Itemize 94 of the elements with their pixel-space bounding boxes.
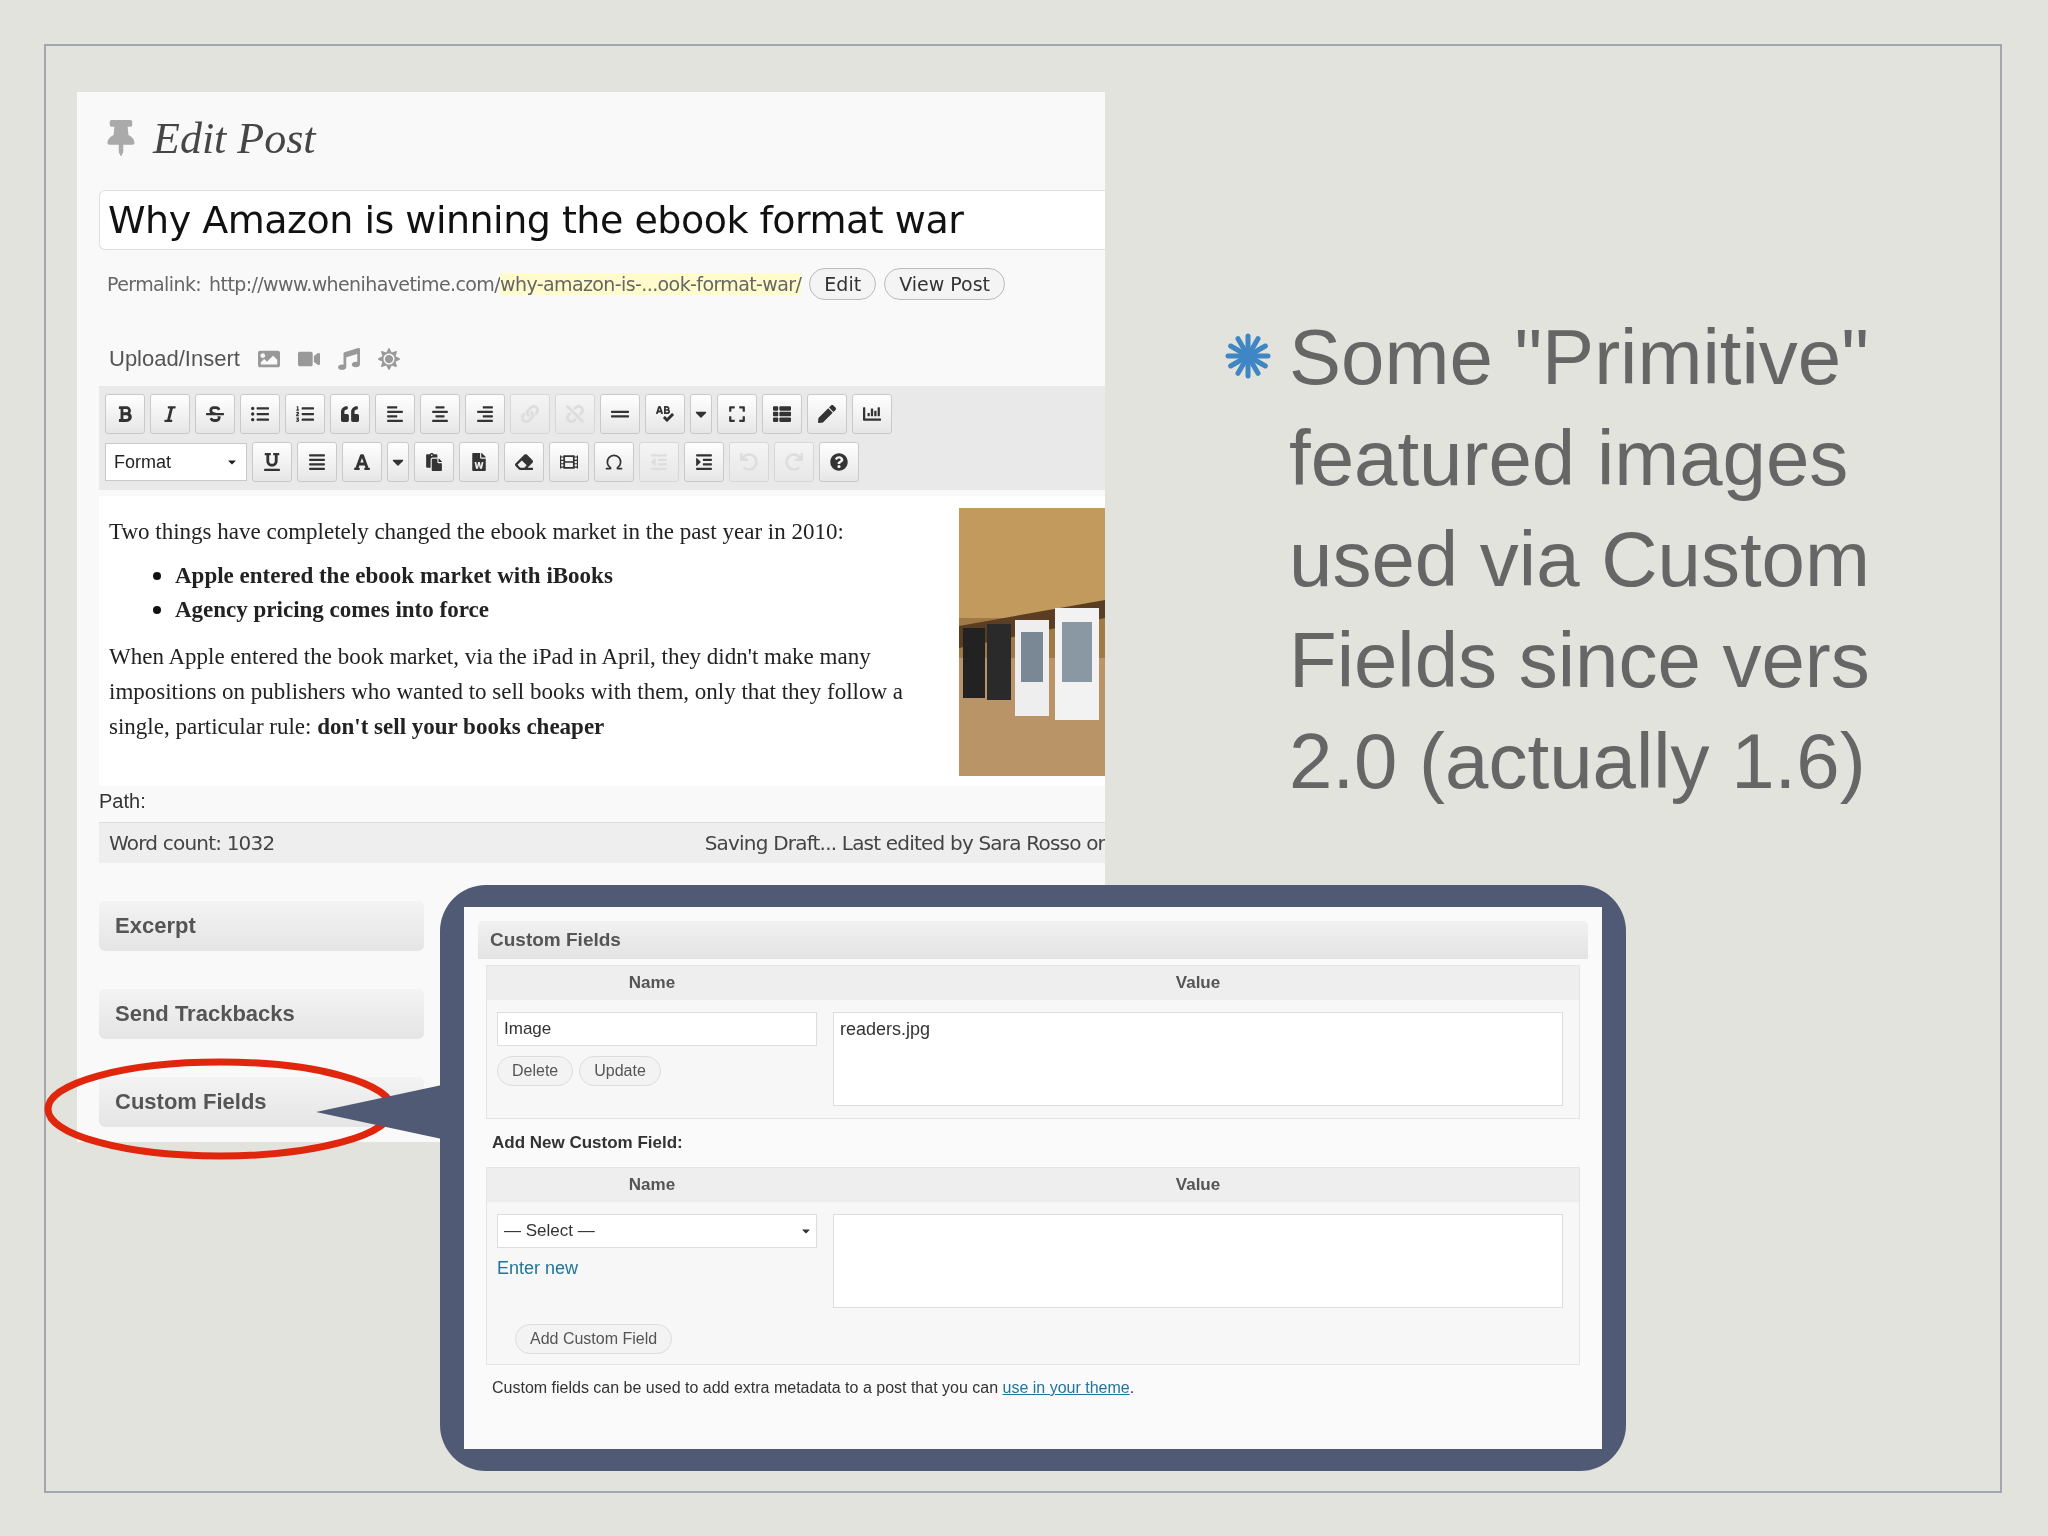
underline-icon — [263, 453, 281, 471]
page-heading: Edit Post — [153, 112, 316, 164]
column-header: Name — [627, 1175, 677, 1195]
toolbar-button[interactable] — [504, 442, 544, 482]
align-right-icon — [476, 405, 494, 423]
film-icon — [560, 453, 578, 471]
toolbar-button[interactable] — [285, 394, 325, 434]
column-header: Value — [1174, 973, 1222, 993]
meta-box-header[interactable]: Send Trackbacks — [99, 989, 424, 1039]
section-label: Add New Custom Field: — [491, 1132, 684, 1154]
meta-box-header[interactable]: Excerpt — [99, 901, 424, 951]
toolbar-button[interactable] — [342, 442, 382, 482]
image-icon[interactable] — [257, 348, 280, 370]
indent-icon — [695, 453, 713, 471]
toolbar-button[interactable] — [600, 394, 640, 434]
pen-icon — [818, 405, 836, 423]
slide-text: Some "Primitive" featured images used via Custom Fields since vers 2.0 (actually 1.6) — [1289, 312, 1871, 807]
list-icon — [773, 405, 791, 423]
toolbar-button[interactable] — [297, 442, 337, 482]
enter-new-link[interactable]: Enter new — [497, 1258, 817, 1279]
toolbar-button[interactable] — [414, 442, 454, 482]
field-button[interactable]: Update — [579, 1056, 661, 1086]
bullet-icon — [153, 606, 161, 614]
fullscreen-icon — [728, 405, 746, 423]
bullet-item: Agency pricing comes into force — [175, 596, 489, 624]
format-select[interactable]: Format — [105, 443, 247, 481]
toolbar-button[interactable] — [330, 394, 370, 434]
theme-link[interactable]: use in your theme — [1002, 1379, 1130, 1396]
value-field[interactable] — [833, 1214, 1563, 1308]
toolbar-button[interactable] — [645, 394, 685, 434]
bar-chart-icon — [863, 405, 881, 423]
asterisk-icon — [1225, 333, 1271, 379]
toolbar-button[interactable] — [465, 394, 505, 434]
toolbar-button[interactable] — [594, 442, 634, 482]
clipboard-icon — [425, 453, 443, 471]
bulleted-list-icon — [251, 405, 269, 423]
eraser-icon — [515, 453, 533, 471]
music-icon[interactable] — [337, 348, 360, 370]
toolbar-button[interactable] — [459, 442, 499, 482]
toolbar-button[interactable] — [375, 394, 415, 434]
spellcheck-icon — [656, 405, 674, 423]
toolbar-button[interactable] — [819, 442, 859, 482]
toolbar-button[interactable] — [684, 442, 724, 482]
column-header: Name — [627, 973, 677, 993]
strikethrough-icon — [206, 405, 224, 423]
value-field[interactable]: readers.jpg — [833, 1012, 1563, 1106]
permalink-label: Permalink: — [107, 273, 202, 295]
permalink-url: http://www.whenihavetime.com/why-amazon-is-...ook-format-war/ — [209, 273, 802, 295]
permalink-button[interactable]: View Post — [884, 268, 1006, 300]
quote-icon — [341, 405, 359, 423]
panel-title: Custom Fields — [478, 921, 1588, 959]
format-label: Format — [114, 451, 171, 473]
sun-icon[interactable] — [377, 348, 400, 370]
toolbar-button[interactable] — [420, 394, 460, 434]
align-center-icon — [431, 405, 449, 423]
help-text: Custom fields can be used to add extra metadata to a post that you can use in your theme. — [491, 1378, 1136, 1397]
justify-icon — [308, 453, 326, 471]
toolbar-button[interactable] — [690, 394, 712, 434]
bullet-item: Apple entered the ebook market with iBooks — [175, 562, 613, 590]
italic-icon — [161, 405, 179, 423]
toolbar-button[interactable] — [252, 442, 292, 482]
add-field-button[interactable]: Add Custom Field — [515, 1324, 673, 1354]
help-icon — [830, 453, 848, 471]
word-count: Word count: 1032 — [109, 831, 275, 855]
numbered-list-icon — [296, 405, 314, 423]
toolbar-button[interactable] — [762, 394, 802, 434]
upload-label: Upload/Insert — [109, 346, 240, 372]
permalink-button[interactable]: Edit — [809, 268, 877, 300]
word-document-icon — [470, 453, 488, 471]
toolbar-button[interactable] — [852, 394, 892, 434]
toolbar-button[interactable] — [387, 442, 409, 482]
paragraph: Two things have completely changed the ebook market in the past year in 2010: — [109, 518, 845, 546]
select-label: — Select — — [504, 1221, 595, 1241]
editor-content[interactable] — [99, 496, 1105, 786]
toolbar-button[interactable] — [150, 394, 190, 434]
name-field[interactable]: Image — [497, 1012, 817, 1046]
bullet-icon — [153, 572, 161, 580]
bold-icon — [116, 405, 134, 423]
toolbar-button[interactable] — [240, 394, 280, 434]
omega-icon — [604, 452, 624, 472]
path-label: Path: — [99, 790, 147, 814]
save-status: Saving Draft... Last edited by Sara Rosso or — [704, 831, 1105, 855]
toolbar-button[interactable] — [717, 394, 757, 434]
toolbar-button[interactable] — [549, 442, 589, 482]
name-select[interactable]: — Select — — [497, 1214, 817, 1248]
toolbar-button[interactable] — [105, 394, 145, 434]
title-field[interactable]: Why Amazon is winning the ebook format war — [99, 190, 1105, 250]
column-header: Value — [1174, 1175, 1222, 1195]
align-left-icon — [386, 405, 404, 423]
toolbar-button[interactable] — [195, 394, 235, 434]
paragraph: When Apple entered the book market, via the iPad in April, they didn't make many impositions on publishers who wanted to sell books with them, only that they follow a single, particular rule: don't sell your books cheaper — [109, 643, 905, 741]
toolbar-button[interactable] — [807, 394, 847, 434]
text-color-icon — [353, 453, 371, 471]
field-button[interactable]: Delete — [497, 1056, 574, 1086]
